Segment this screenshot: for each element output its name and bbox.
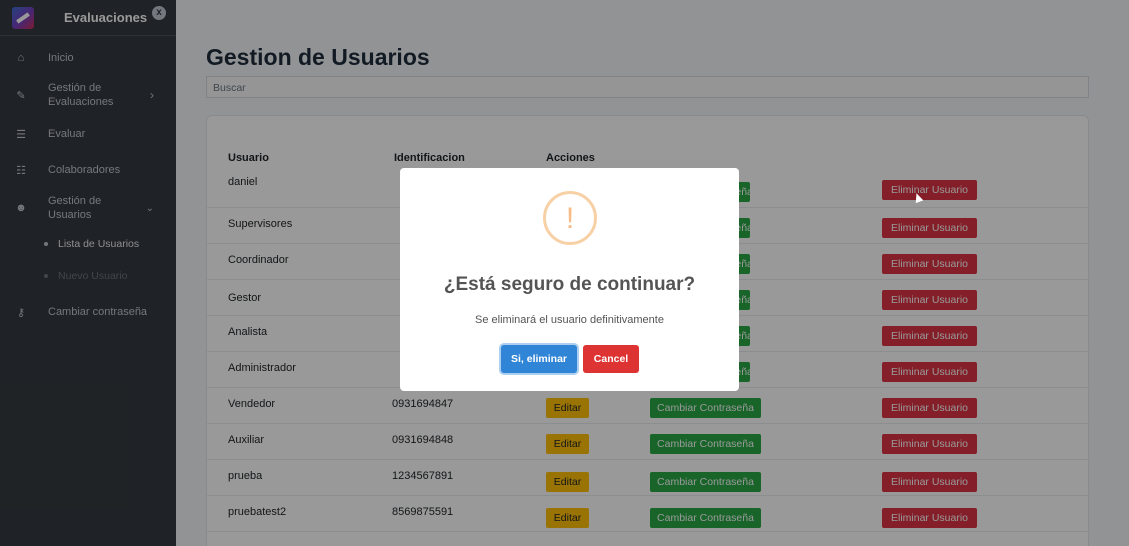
dialog-title: ¿Está seguro de continuar? (443, 274, 696, 295)
confirm-dialog: ! ¿Está seguro de continuar? Se eliminar… (400, 168, 739, 391)
warning-icon: ! (543, 191, 597, 245)
cancel-button[interactable]: Cancel (583, 345, 639, 373)
dialog-message: Se eliminará el usuario definitivamente (475, 314, 664, 326)
confirm-delete-button[interactable]: Si, eliminar (501, 345, 577, 373)
